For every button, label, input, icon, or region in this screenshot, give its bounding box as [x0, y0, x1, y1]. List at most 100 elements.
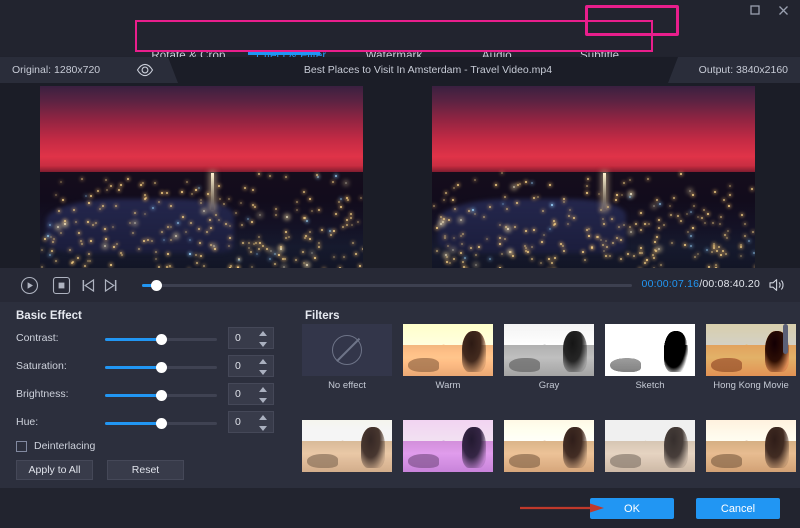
hue-decrement-icon[interactable]	[259, 426, 267, 431]
contrast-slider[interactable]	[105, 338, 217, 341]
original-video-preview	[40, 86, 363, 268]
deinterlacing-label: Deinterlacing	[34, 440, 95, 452]
maximize-button[interactable]	[746, 1, 764, 19]
filter-tile-no-effect[interactable]: No effect	[302, 324, 392, 391]
deinterlacing-checkbox-box[interactable]	[16, 441, 27, 452]
brightness-slider[interactable]	[105, 394, 217, 397]
current-time-label: 00:00:07.16	[642, 278, 700, 290]
filter-tile-row2-3[interactable]	[504, 420, 594, 472]
brightness-slider-thumb[interactable]	[156, 390, 167, 401]
no-effect-circle	[332, 335, 362, 365]
brightness-stepper-arrows[interactable]	[259, 387, 268, 403]
filters-scrollbar-thumb[interactable]	[783, 324, 788, 354]
total-time-label: 00:08:40.20	[702, 278, 760, 290]
stop-icon[interactable]	[52, 276, 71, 295]
contrast-stepper[interactable]: 0	[228, 327, 274, 349]
saturation-label: Saturation:	[16, 360, 67, 372]
original-resolution-label: Original: 1280x720	[12, 64, 100, 76]
contrast-slider-fill	[105, 338, 161, 341]
active-tab-underline	[248, 52, 320, 55]
saturation-stepper[interactable]: 0	[228, 355, 274, 377]
contrast-value: 0	[235, 332, 241, 344]
filter-tile-warm[interactable]: Warm	[403, 324, 493, 391]
apply-to-all-button[interactable]: Apply to All	[16, 460, 93, 480]
filter-tile-row2-2[interactable]	[403, 420, 493, 472]
contrast-label: Contrast:	[16, 332, 59, 344]
no-effect-icon	[302, 324, 392, 376]
brightness-stepper[interactable]: 0	[228, 383, 274, 405]
contrast-increment-icon[interactable]	[259, 331, 267, 336]
brightness-row: Brightness: 0	[0, 384, 292, 406]
filter-tile-gray[interactable]: Gray	[504, 324, 594, 391]
filter-label: Warm	[403, 380, 493, 391]
preview-sky	[40, 86, 363, 172]
filter-thumbnail	[403, 324, 493, 376]
filter-thumbnail	[605, 324, 695, 376]
reset-button[interactable]: Reset	[107, 460, 184, 480]
filter-tile-sketch[interactable]: Sketch	[605, 324, 695, 391]
saturation-stepper-arrows[interactable]	[259, 359, 268, 375]
hue-label: Hue:	[16, 416, 38, 428]
filters-grid: No effect Warm Gray	[302, 324, 782, 488]
filters-panel: Filters No effect Warm	[292, 302, 800, 488]
hue-stepper[interactable]: 0	[228, 411, 274, 433]
saturation-slider-fill	[105, 366, 161, 369]
brightness-slider-fill	[105, 394, 161, 397]
hue-slider[interactable]	[105, 422, 217, 425]
window-controls	[746, 1, 792, 19]
timecode-display: 00:00:07.16/00:08:40.20	[642, 278, 760, 290]
preview-sky	[432, 86, 755, 172]
close-button[interactable]	[774, 1, 792, 19]
play-icon[interactable]	[20, 276, 39, 295]
saturation-slider-thumb[interactable]	[156, 362, 167, 373]
saturation-value: 0	[235, 360, 241, 372]
file-title-chip: Best Places to Visit In Amsterdam - Trav…	[178, 57, 678, 83]
saturation-slider[interactable]	[105, 366, 217, 369]
contrast-decrement-icon[interactable]	[259, 342, 267, 347]
brightness-increment-icon[interactable]	[259, 387, 267, 392]
filter-tile-row2-4[interactable]	[605, 420, 695, 472]
filter-thumbnail	[302, 420, 392, 472]
seek-slider[interactable]	[142, 284, 632, 287]
next-frame-icon[interactable]	[101, 276, 120, 295]
contrast-slider-thumb[interactable]	[156, 334, 167, 345]
filter-thumbnail	[403, 420, 493, 472]
preview-city-lights	[432, 172, 755, 268]
saturation-row: Saturation: 0	[0, 356, 292, 378]
basic-effect-title: Basic Effect	[16, 310, 82, 322]
previous-frame-icon[interactable]	[79, 276, 98, 295]
contrast-stepper-arrows[interactable]	[259, 331, 268, 347]
saturation-decrement-icon[interactable]	[259, 370, 267, 375]
title-bar	[0, 0, 800, 20]
filter-thumbnail	[605, 420, 695, 472]
brightness-value: 0	[235, 388, 241, 400]
deinterlacing-checkbox[interactable]: Deinterlacing	[16, 440, 95, 452]
hue-increment-icon[interactable]	[259, 415, 267, 420]
playback-control-bar: 00:00:07.16/00:08:40.20	[0, 268, 800, 302]
cancel-button[interactable]: Cancel	[696, 498, 780, 519]
brightness-decrement-icon[interactable]	[259, 398, 267, 403]
hue-slider-thumb[interactable]	[156, 418, 167, 429]
preview-area	[0, 83, 800, 268]
filter-tile-row2-1[interactable]	[302, 420, 392, 472]
hue-slider-fill	[105, 422, 161, 425]
media-info-bar: Original: 1280x720 Best Places to Visit …	[0, 57, 800, 83]
filters-scrollbar[interactable]	[783, 324, 788, 476]
video-converter-effect-filter-dialog: Rotate & Crop Effect & Filter Watermark …	[0, 0, 800, 528]
volume-icon[interactable]	[768, 276, 786, 294]
dialog-footer: OK Cancel	[0, 488, 800, 528]
saturation-increment-icon[interactable]	[259, 359, 267, 364]
filter-thumbnail	[504, 420, 594, 472]
filter-thumbnail	[504, 324, 594, 376]
eye-icon[interactable]	[136, 61, 154, 79]
basic-effect-panel: Basic Effect Contrast: 0 Saturation:	[0, 302, 292, 488]
hue-stepper-arrows[interactable]	[259, 415, 268, 431]
seek-thumb[interactable]	[151, 280, 162, 291]
contrast-row: Contrast: 0	[0, 328, 292, 350]
ok-button[interactable]: OK	[590, 498, 674, 519]
brightness-label: Brightness:	[16, 388, 69, 400]
filter-label: No effect	[302, 380, 392, 391]
hue-value: 0	[235, 416, 241, 428]
basic-effect-buttons: Apply to All Reset	[16, 460, 184, 480]
file-title-label: Best Places to Visit In Amsterdam - Trav…	[304, 64, 552, 76]
